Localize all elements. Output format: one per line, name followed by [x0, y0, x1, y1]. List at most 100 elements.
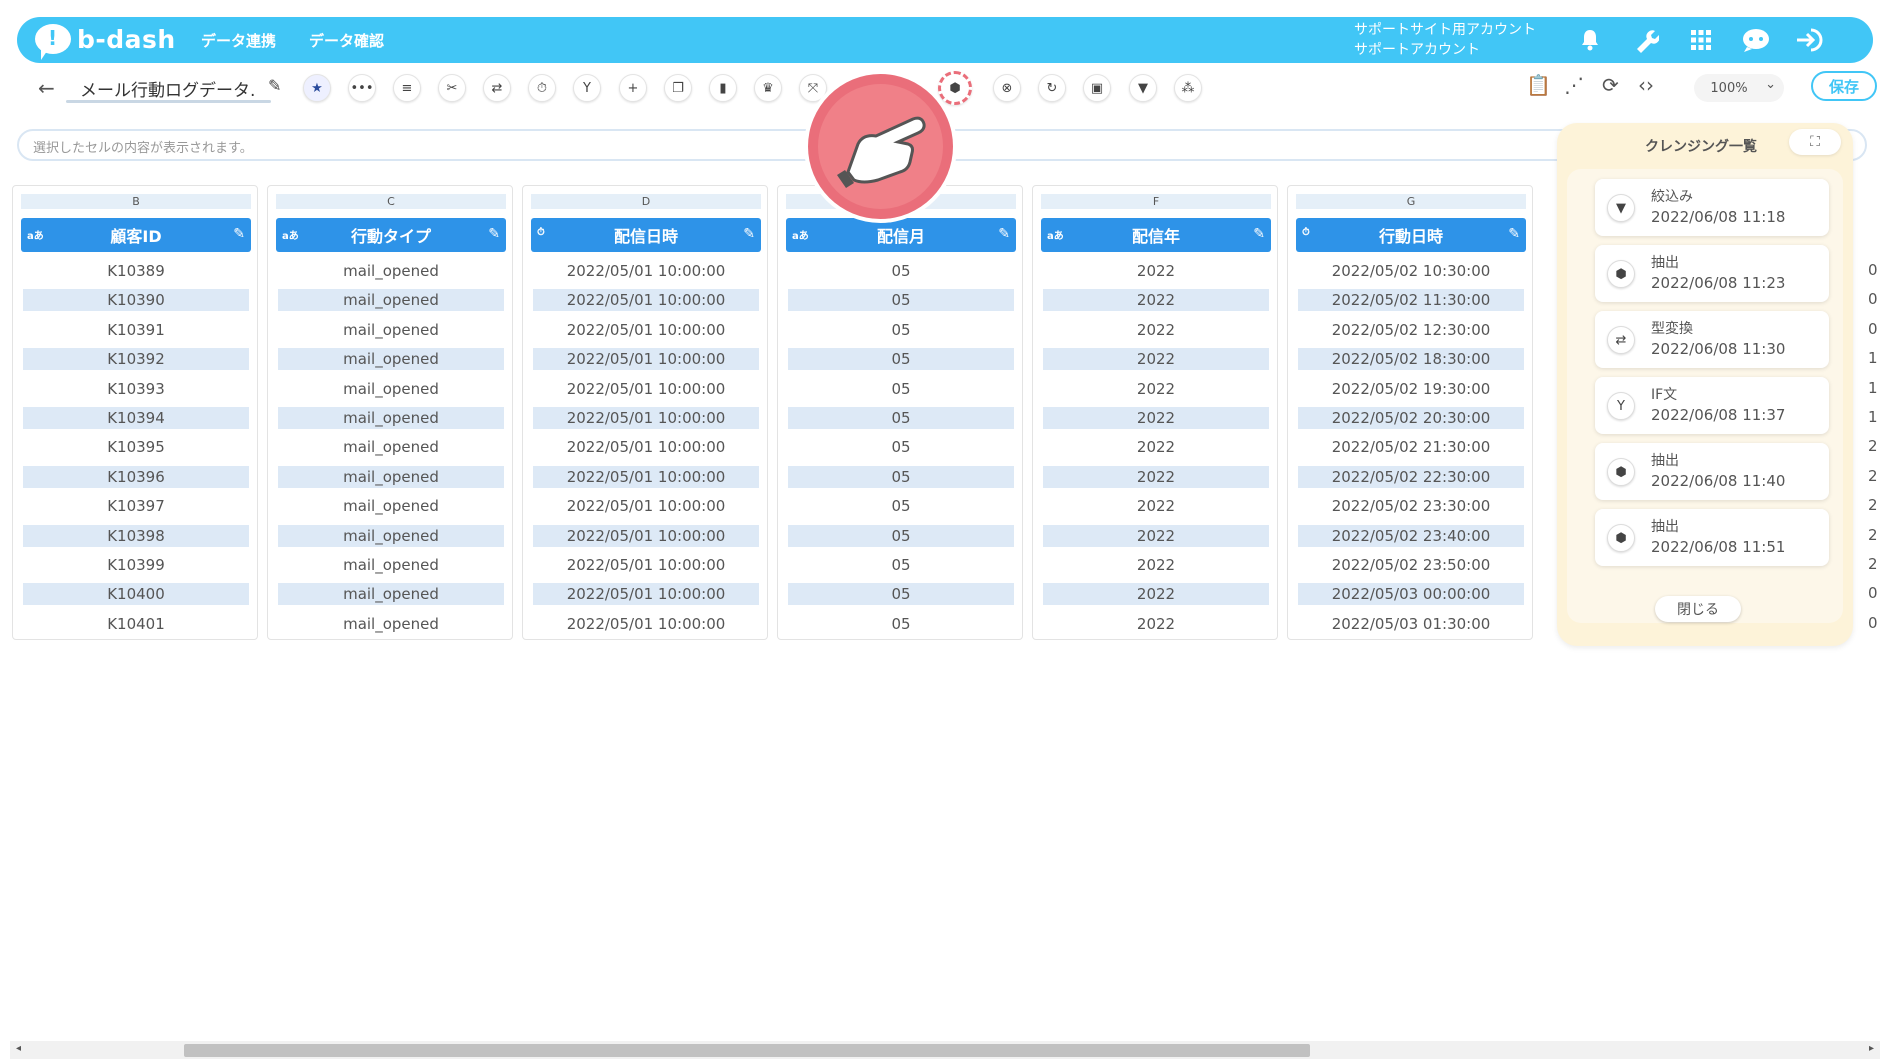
- table-cell[interactable]: mail_opened: [278, 407, 504, 429]
- split-merge-icon[interactable]: ⇄: [483, 74, 511, 102]
- table-cell[interactable]: 2022/05/03 01:30:00: [1298, 613, 1524, 635]
- table-cell[interactable]: 2: [1868, 435, 1878, 457]
- table-cell[interactable]: 2022/05/02 19:30:00: [1298, 378, 1524, 400]
- text-lines-icon[interactable]: ≡: [393, 74, 421, 102]
- table-cell[interactable]: 2022: [1043, 319, 1269, 341]
- refresh-file-icon[interactable]: ⟳: [1602, 73, 1619, 97]
- table-cell[interactable]: 2022/05/01 10:00:00: [533, 378, 759, 400]
- table-cell[interactable]: 2022: [1043, 465, 1269, 488]
- table-cell[interactable]: K10390: [23, 289, 249, 312]
- table-cell[interactable]: mail_opened: [278, 348, 504, 371]
- table-cell[interactable]: 2022: [1043, 613, 1269, 635]
- column-letter[interactable]: D: [531, 194, 761, 209]
- tools-icon[interactable]: ✂: [438, 74, 466, 102]
- account-info[interactable]: サポートサイト用アカウント サポートアカウント: [1354, 20, 1536, 60]
- table-cell[interactable]: K10392: [23, 348, 249, 371]
- table-cell[interactable]: 2022/05/02 12:30:00: [1298, 319, 1524, 341]
- frame-icon[interactable]: ▣: [1083, 74, 1111, 102]
- scroll-right-icon[interactable]: ▸: [1869, 1043, 1874, 1054]
- column-letter[interactable]: B: [21, 194, 251, 209]
- column-letter[interactable]: F: [1041, 194, 1271, 209]
- filter-icon[interactable]: ▼: [1129, 74, 1157, 102]
- table-cell[interactable]: 05: [788, 289, 1014, 312]
- table-cell[interactable]: mail_opened: [278, 436, 504, 458]
- branch-icon[interactable]: Y: [573, 74, 601, 102]
- table-cell[interactable]: 2022/05/01 10:00:00: [533, 260, 759, 282]
- fullscreen-icon[interactable]: ⛶: [1789, 129, 1841, 155]
- table-cell[interactable]: mail_opened: [278, 378, 504, 400]
- close-panel-button[interactable]: 閉じる: [1655, 596, 1741, 622]
- pencil-icon[interactable]: ✎: [1508, 226, 1520, 242]
- table-cell[interactable]: 2022/05/01 10:00:00: [533, 554, 759, 576]
- pencil-icon[interactable]: ✎: [998, 226, 1010, 242]
- table-cell[interactable]: 2022/05/01 10:00:00: [533, 289, 759, 312]
- table-cell[interactable]: mail_opened: [278, 554, 504, 576]
- cleansing-item[interactable]: ▼ 絞込み 2022/06/08 11:18: [1595, 179, 1829, 236]
- copy-icon[interactable]: ❐: [664, 74, 692, 102]
- cleansing-item[interactable]: Y IF文 2022/06/08 11:37: [1595, 377, 1829, 434]
- table-cell[interactable]: 0: [1868, 612, 1878, 634]
- table-cell[interactable]: K10394: [23, 407, 249, 429]
- table-cell[interactable]: K10400: [23, 583, 249, 606]
- table-cell[interactable]: 05: [788, 495, 1014, 517]
- wrench-icon[interactable]: [1631, 25, 1661, 55]
- table-cell[interactable]: 2022/05/02 21:30:00: [1298, 436, 1524, 458]
- save-button[interactable]: 保存: [1811, 71, 1877, 101]
- table-cell[interactable]: 2022: [1043, 436, 1269, 458]
- table-cell[interactable]: mail_opened: [278, 613, 504, 635]
- table-cell[interactable]: 2022: [1043, 348, 1269, 371]
- pencil-icon[interactable]: ✎: [268, 76, 281, 95]
- delete-icon[interactable]: ▮: [709, 74, 737, 102]
- table-cell[interactable]: 2: [1868, 494, 1878, 516]
- table-cell[interactable]: 2022: [1043, 378, 1269, 400]
- crown-icon[interactable]: ♛: [754, 74, 782, 102]
- table-cell[interactable]: 05: [788, 465, 1014, 488]
- table-cell[interactable]: 2022/05/01 10:00:00: [533, 407, 759, 429]
- table-cell[interactable]: 1: [1868, 347, 1878, 369]
- table-cell[interactable]: 2022/05/01 10:00:00: [533, 583, 759, 606]
- column-header[interactable]: aあ 行動タイプ ✎: [276, 218, 506, 252]
- table-cell[interactable]: 2022/05/01 10:00:00: [533, 495, 759, 517]
- table-cell[interactable]: mail_opened: [278, 465, 504, 488]
- dataset-title[interactable]: メール行動ログデータ.: [80, 76, 268, 101]
- table-cell[interactable]: K10397: [23, 495, 249, 517]
- table-cell[interactable]: 0: [1868, 318, 1878, 340]
- cleansing-item[interactable]: ⇄ 型変換 2022/06/08 11:30: [1595, 311, 1829, 368]
- table-cell[interactable]: K10396: [23, 465, 249, 488]
- table-cell[interactable]: 05: [788, 583, 1014, 606]
- column-header[interactable]: aあ 配信年 ✎: [1041, 218, 1271, 252]
- table-cell[interactable]: 2022/05/01 10:00:00: [533, 348, 759, 371]
- table-cell[interactable]: 05: [788, 524, 1014, 547]
- table-cell[interactable]: 1: [1868, 406, 1878, 428]
- table-cell[interactable]: mail_opened: [278, 289, 504, 312]
- column-header[interactable]: aあ 配信月 ✎: [786, 218, 1016, 252]
- table-cell[interactable]: 05: [788, 378, 1014, 400]
- table-cell[interactable]: 05: [788, 260, 1014, 282]
- table-cell[interactable]: mail_opened: [278, 524, 504, 547]
- replace-icon[interactable]: ↻: [1038, 74, 1066, 102]
- table-cell[interactable]: 2022: [1043, 407, 1269, 429]
- pencil-icon[interactable]: ✎: [233, 226, 245, 242]
- table-cell[interactable]: 2: [1868, 524, 1878, 546]
- table-cell[interactable]: 1: [1868, 377, 1878, 399]
- column-letter[interactable]: G: [1296, 194, 1526, 209]
- column-header[interactable]: ⏱ 行動日時 ✎: [1296, 218, 1526, 252]
- table-cell[interactable]: K10398: [23, 524, 249, 547]
- pencil-icon[interactable]: ✎: [1253, 226, 1265, 242]
- table-cell[interactable]: mail_opened: [278, 319, 504, 341]
- table-cell[interactable]: K10393: [23, 378, 249, 400]
- cancel-circle-icon[interactable]: ⊗: [993, 74, 1021, 102]
- scroll-left-icon[interactable]: ◂: [16, 1043, 21, 1054]
- cleansing-item[interactable]: ⬢ 抽出 2022/06/08 11:23: [1595, 245, 1829, 302]
- table-cell[interactable]: 05: [788, 348, 1014, 371]
- table-cell[interactable]: 05: [788, 407, 1014, 429]
- table-cell[interactable]: 05: [788, 436, 1014, 458]
- table-cell[interactable]: mail_opened: [278, 260, 504, 282]
- table-cell[interactable]: K10399: [23, 554, 249, 576]
- table-cell[interactable]: 2022: [1043, 554, 1269, 576]
- table-cell[interactable]: 2022/05/02 18:30:00: [1298, 348, 1524, 371]
- table-cell[interactable]: K10395: [23, 436, 249, 458]
- table-cell[interactable]: 2022: [1043, 524, 1269, 547]
- back-arrow-icon[interactable]: ←: [38, 76, 55, 100]
- table-cell[interactable]: mail_opened: [278, 583, 504, 606]
